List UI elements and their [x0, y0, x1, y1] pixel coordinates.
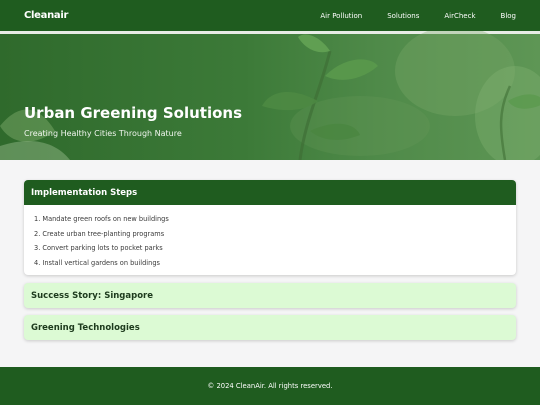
list-item: 3. Convert parking lots to pocket parks — [34, 244, 163, 252]
hero-subtitle: Creating Healthy Cities Through Nature — [24, 129, 182, 138]
nav-link-solutions[interactable]: Solutions — [387, 12, 419, 20]
footer: © 2024 CleanAir. All rights reserved. — [0, 367, 540, 405]
accordion-greening-technologies: Greening Technologies — [24, 315, 516, 340]
accordion-header-success-story[interactable]: Success Story: Singapore — [24, 283, 516, 308]
nav-link-aircheck[interactable]: AirCheck — [444, 12, 475, 20]
list-item: 1. Mandate green roofs on new buildings — [34, 215, 169, 223]
accordion-success-story: Success Story: Singapore — [24, 283, 516, 308]
list-item: 2. Create urban tree-planting programs — [34, 229, 165, 238]
accordion-header-implementation-steps[interactable]: Implementation Steps — [24, 180, 516, 205]
steps-list: 1. Mandate green roofs on new buildings … — [24, 205, 516, 270]
main-content: Implementation Steps 1. Mandate green ro… — [0, 160, 540, 367]
nav-links: Air Pollution Solutions AirCheck Blog — [295, 12, 516, 20]
hero-banner: Urban Greening Solutions Creating Health… — [0, 31, 540, 160]
logo[interactable]: Cleanair — [24, 10, 68, 21]
hero-plant-image — [0, 31, 540, 160]
hero-title: Urban Greening Solutions — [24, 104, 243, 122]
nav-link-blog[interactable]: Blog — [501, 12, 516, 20]
accordion-header-greening-technologies[interactable]: Greening Technologies — [24, 315, 516, 340]
accordion-implementation-steps: Implementation Steps 1. Mandate green ro… — [24, 180, 516, 275]
footer-copyright: © 2024 CleanAir. All rights reserved. — [207, 382, 333, 390]
navbar: Cleanair Air Pollution Solutions AirChec… — [0, 0, 540, 31]
nav-link-air-pollution[interactable]: Air Pollution — [320, 12, 362, 20]
list-item: 4. Install vertical gardens on buildings — [34, 258, 160, 267]
